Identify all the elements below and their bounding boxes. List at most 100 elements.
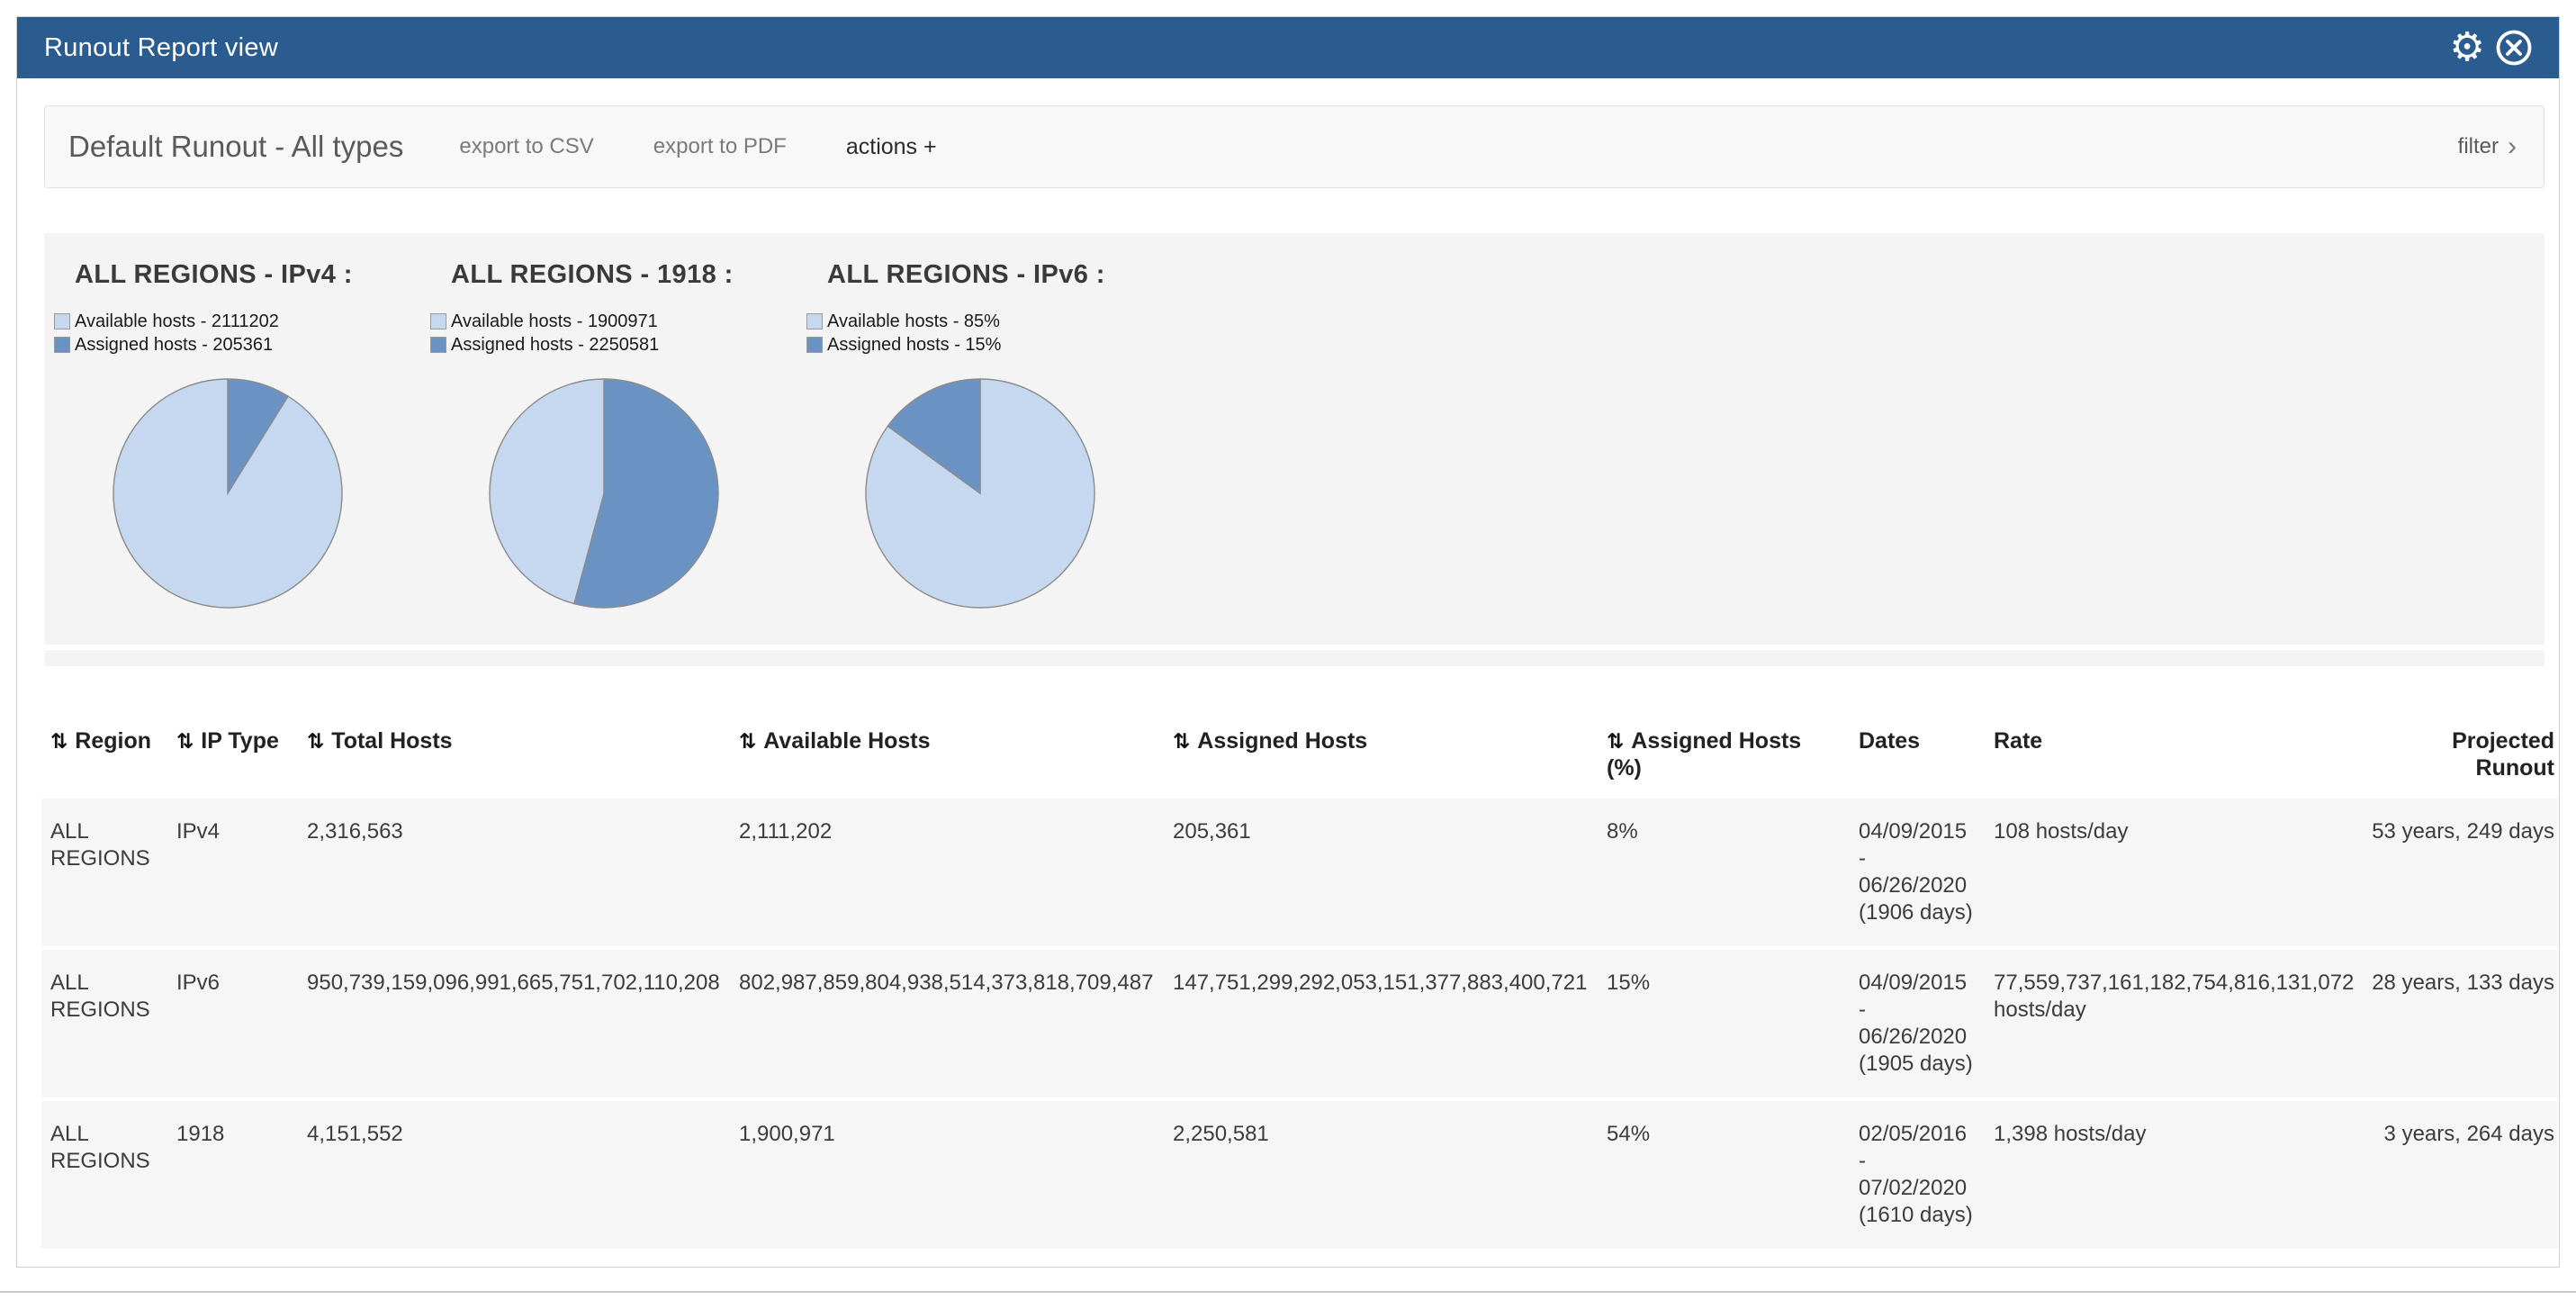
cell-rate: 77,559,737,161,182,754,816,131,072 hosts… <box>1994 948 2372 1099</box>
filter-toggle[interactable]: filter <box>2458 133 2517 160</box>
column-header-projected-runout: Projected Runout <box>2372 713 2558 798</box>
legend-swatch-available <box>806 313 823 330</box>
chart-1918: ALL REGIONS - 1918 : Available hosts - 1… <box>451 260 827 610</box>
column-label: Dates <box>1859 728 1920 754</box>
chart-title: ALL REGIONS - IPv4 : <box>75 260 451 290</box>
gear-icon <box>2449 28 2484 68</box>
legend-item: Available hosts - 1900971 <box>430 310 827 333</box>
window-title: Runout Report view <box>44 33 278 63</box>
runout-table: Region IP Type Total Hosts Available Hos… <box>41 713 2558 1252</box>
legend-swatch-assigned <box>806 337 823 353</box>
date-separator: - <box>1859 845 1976 872</box>
date-separator: - <box>1859 997 1976 1024</box>
legend-label: Available hosts - 85% <box>827 311 1000 332</box>
pie-chart-ipv6 <box>863 376 1097 610</box>
date-end: 06/26/2020 <box>1859 872 1976 899</box>
column-header-rate: Rate <box>1994 713 2372 798</box>
chart-ipv6: ALL REGIONS - IPv6 : Available hosts - 8… <box>827 260 1203 610</box>
sort-icon[interactable] <box>1173 729 1190 753</box>
column-header-available-hosts[interactable]: Available Hosts <box>739 713 1173 798</box>
close-button[interactable] <box>2490 24 2537 71</box>
sort-icon[interactable] <box>307 729 324 753</box>
date-days: (1906 days) <box>1859 899 1976 926</box>
cell-available-hosts: 2,111,202 <box>739 798 1173 949</box>
close-circle-icon <box>2495 29 2533 67</box>
filter-label: filter <box>2458 134 2499 159</box>
column-header-ip-type[interactable]: IP Type <box>176 713 307 798</box>
date-end: 07/02/2020 <box>1859 1175 1976 1202</box>
charts-panel-strip <box>44 650 2544 666</box>
sort-icon[interactable] <box>1607 729 1624 753</box>
date-days: (1610 days) <box>1859 1202 1976 1229</box>
charts-panel: ALL REGIONS - IPv4 : Available hosts - 2… <box>44 233 2544 645</box>
cell-total-hosts: 4,151,552 <box>307 1099 739 1250</box>
legend-item: Assigned hosts - 15% <box>806 333 1203 357</box>
chart-legend: Available hosts - 2111202 Assigned hosts… <box>54 310 451 357</box>
cell-dates: 02/05/2016 - 07/02/2020 (1610 days) <box>1859 1099 1994 1250</box>
legend-swatch-assigned <box>54 337 70 353</box>
legend-label: Available hosts - 1900971 <box>451 311 658 332</box>
actions-menu-button[interactable]: actions + <box>846 134 937 160</box>
legend-label: Available hosts - 2111202 <box>75 311 279 332</box>
table-row-1918: ALL REGIONS 1918 4,151,552 1,900,971 2,2… <box>41 1099 2558 1250</box>
cell-assigned-pct: 8% <box>1607 798 1859 949</box>
cell-assigned-pct: 15% <box>1607 948 1859 1099</box>
chart-legend: Available hosts - 85% Assigned hosts - 1… <box>806 310 1203 357</box>
date-end: 06/26/2020 <box>1859 1024 1976 1051</box>
table-header-row: Region IP Type Total Hosts Available Hos… <box>41 713 2558 798</box>
cell-region: ALL REGIONS <box>41 948 176 1099</box>
sort-icon[interactable] <box>176 729 194 753</box>
page-bottom-divider <box>0 1291 2576 1293</box>
cell-projected-runout: 28 years, 133 days <box>2372 948 2558 1099</box>
cell-rate: 108 hosts/day <box>1994 798 2372 949</box>
legend-swatch-assigned <box>430 337 446 353</box>
column-label: Assigned Hosts <box>1197 728 1367 754</box>
export-pdf-link[interactable]: export to PDF <box>653 134 787 159</box>
table-row-ipv4: ALL REGIONS IPv4 2,316,563 2,111,202 205… <box>41 798 2558 949</box>
legend-label: Assigned hosts - 205361 <box>75 335 273 356</box>
column-header-dates: Dates <box>1859 713 1994 798</box>
cell-assigned-hosts: 2,250,581 <box>1173 1099 1607 1250</box>
column-label: Total Hosts <box>331 728 452 754</box>
date-days: (1905 days) <box>1859 1051 1976 1078</box>
cell-dates: 04/09/2015 - 06/26/2020 (1905 days) <box>1859 948 1994 1099</box>
cell-assigned-pct: 54% <box>1607 1099 1859 1250</box>
column-header-assigned-pct[interactable]: Assigned Hosts (%) <box>1607 713 1859 798</box>
cell-ip-type: IPv6 <box>176 948 307 1099</box>
column-label: Region <box>75 728 151 754</box>
cell-ip-type: IPv4 <box>176 798 307 949</box>
runout-report-window: Runout Report view Default Runout - All … <box>16 16 2560 1268</box>
legend-item: Assigned hosts - 205361 <box>54 333 451 357</box>
cell-rate: 1,398 hosts/day <box>1994 1099 2372 1250</box>
chart-title: ALL REGIONS - 1918 : <box>451 260 827 290</box>
export-csv-link[interactable]: export to CSV <box>459 134 593 159</box>
column-header-assigned-hosts[interactable]: Assigned Hosts <box>1173 713 1607 798</box>
cell-dates: 04/09/2015 - 06/26/2020 (1906 days) <box>1859 798 1994 949</box>
legend-item: Available hosts - 85% <box>806 310 1203 333</box>
cell-total-hosts: 950,739,159,096,991,665,751,702,110,208 <box>307 948 739 1099</box>
settings-button[interactable] <box>2444 24 2490 71</box>
column-label: Available Hosts <box>763 728 930 754</box>
date-start: 02/05/2016 <box>1859 1121 1976 1148</box>
cell-projected-runout: 3 years, 264 days <box>2372 1099 2558 1250</box>
chart-ipv4: ALL REGIONS - IPv4 : Available hosts - 2… <box>75 260 451 610</box>
column-label: Assigned Hosts (%) <box>1607 728 1801 781</box>
column-header-region[interactable]: Region <box>41 713 176 798</box>
cell-available-hosts: 1,900,971 <box>739 1099 1173 1250</box>
column-label: Rate <box>1994 728 2042 754</box>
chevron-right-icon <box>2508 133 2517 160</box>
legend-item: Assigned hosts - 2250581 <box>430 333 827 357</box>
pie-chart-1918 <box>487 376 721 610</box>
cell-projected-runout: 53 years, 249 days <box>2372 798 2558 949</box>
legend-label: Assigned hosts - 2250581 <box>451 335 659 356</box>
cell-region: ALL REGIONS <box>41 798 176 949</box>
legend-label: Assigned hosts - 15% <box>827 335 1001 356</box>
cell-assigned-hosts: 205,361 <box>1173 798 1607 949</box>
date-separator: - <box>1859 1148 1976 1175</box>
sort-icon[interactable] <box>739 729 756 753</box>
chart-legend: Available hosts - 1900971 Assigned hosts… <box>430 310 827 357</box>
report-toolbar: Default Runout - All types export to CSV… <box>44 105 2544 188</box>
cell-total-hosts: 2,316,563 <box>307 798 739 949</box>
sort-icon[interactable] <box>50 729 68 753</box>
column-header-total-hosts[interactable]: Total Hosts <box>307 713 739 798</box>
